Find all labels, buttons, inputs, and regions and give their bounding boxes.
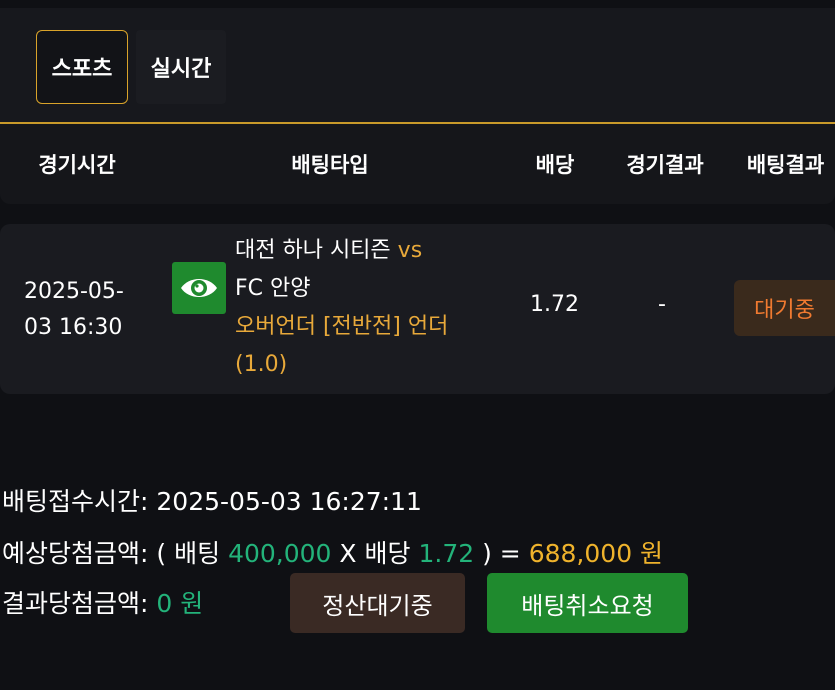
odds-value: 1.72 bbox=[418, 539, 475, 568]
bet-amount: 400,000 bbox=[228, 539, 332, 568]
column-bet-type: 배팅타입 bbox=[291, 153, 369, 177]
close-equals: ) = bbox=[482, 539, 521, 568]
expected-amount-line: 예상당첨금액: ( 배팅 400,000 X 배당 1.72 ) = 688,0… bbox=[2, 534, 663, 570]
game-time: 03 16:30 bbox=[24, 315, 123, 340]
bet-odds: 1.72 bbox=[530, 292, 579, 317]
status-badge: 대기중 bbox=[734, 280, 835, 336]
settle-wait-button[interactable]: 정산대기중 bbox=[290, 573, 465, 633]
result-amount-line: 결과당첨금액: 0 원 bbox=[2, 584, 203, 620]
vs-label: vs bbox=[397, 238, 423, 263]
times-sign: X bbox=[339, 539, 357, 568]
expected-amount: 688,000 원 bbox=[528, 539, 664, 568]
column-game-result: 경기결과 bbox=[626, 153, 704, 177]
bet-word: 배팅 bbox=[174, 539, 221, 568]
received-time-line: 배팅접수시간: 2025-05-03 16:27:11 bbox=[2, 482, 422, 518]
received-label: 배팅접수시간: bbox=[2, 487, 149, 516]
table-header: 경기시간 배팅타입 배당 경기결과 배팅결과 bbox=[0, 124, 835, 204]
cancel-request-button[interactable]: 배팅취소요청 bbox=[487, 573, 688, 633]
home-team: 대전 하나 시티즌 bbox=[235, 238, 391, 263]
column-bet-result: 배팅결과 bbox=[746, 153, 825, 177]
result-amount: 0 원 bbox=[156, 589, 204, 618]
tab-sports[interactable]: 스포츠 bbox=[36, 30, 128, 104]
bet-line: (1.0) bbox=[235, 352, 288, 377]
open-paren: ( bbox=[156, 539, 167, 568]
received-time: 2025-05-03 16:27:11 bbox=[156, 487, 422, 516]
column-game-time: 경기시간 bbox=[38, 153, 116, 177]
match-info: 대전 하나 시티즌 vs FC 안양 오버언더 [전반전] 언더 (1.0) bbox=[235, 232, 495, 384]
expected-label: 예상당첨금액: bbox=[2, 539, 149, 568]
result-label: 결과당첨금액: bbox=[2, 589, 149, 618]
bet-game-result: - bbox=[658, 292, 666, 317]
column-odds: 배당 bbox=[535, 153, 575, 177]
away-team: FC 안양 bbox=[235, 276, 311, 301]
bet-game-time: 2025-05- 03 16:30 bbox=[24, 274, 144, 346]
odds-word: 배당 bbox=[364, 539, 411, 568]
tab-live[interactable]: 실시간 bbox=[136, 30, 226, 104]
bet-row: 2025-05- 03 16:30 대전 하나 시티즌 vs FC 안양 오버언… bbox=[0, 224, 835, 394]
game-date: 2025-05- bbox=[24, 279, 124, 304]
eye-icon[interactable] bbox=[172, 262, 226, 314]
bet-market: 오버언더 [전반전] 언더 bbox=[235, 314, 449, 339]
